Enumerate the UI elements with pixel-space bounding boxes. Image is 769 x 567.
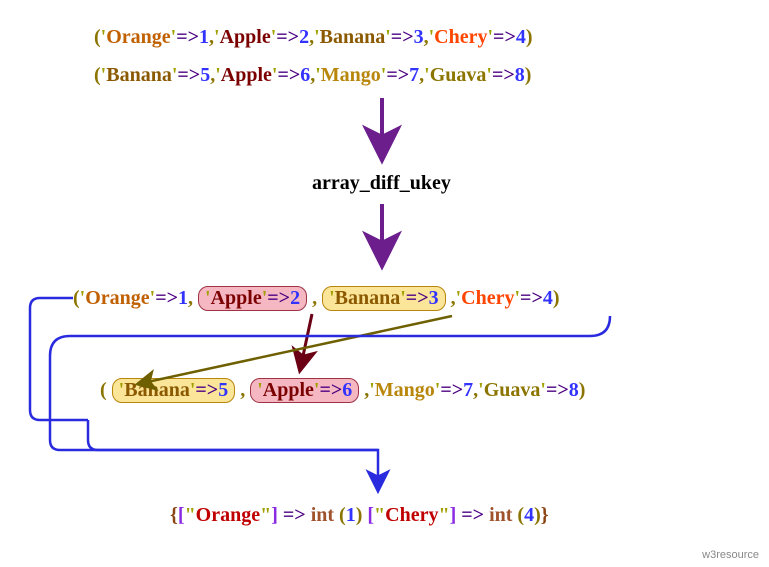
function-name-label: array_diff_ukey (312, 172, 451, 195)
pill-apple-6: 'Apple'=>6 (250, 378, 359, 403)
result-int1: int (311, 504, 334, 526)
array1-val2: 2 (299, 26, 309, 48)
array1-val4: 4 (516, 26, 526, 48)
result-val2: 4 (524, 504, 534, 526)
arrow-banana-match-icon (138, 316, 452, 384)
array2-val1: 5 (200, 64, 210, 86)
mid2-key2: Apple (263, 379, 314, 401)
array2-key2: Apple (221, 64, 272, 86)
array2-key4: Guava (430, 64, 487, 86)
array1-row: ('Orange'=>1,'Apple'=>2,'Banana'=>3,'Che… (94, 26, 533, 49)
array2-val2: 6 (300, 64, 310, 86)
result-key1: Orange (196, 504, 260, 526)
mid2-val4: 8 (569, 379, 579, 401)
arrow-chery-survive-icon (50, 316, 610, 490)
array1-key3: Banana (320, 26, 386, 48)
array2-val3: 7 (409, 64, 419, 86)
mid-array1-row: ('Orange'=>1, 'Apple'=>2 , 'Banana'=>3 ,… (73, 286, 560, 311)
pill-apple-2: 'Apple'=>2 (198, 286, 307, 311)
array2-key3: Mango (321, 64, 381, 86)
mid2-val2: 6 (342, 379, 352, 401)
array1-key4: Chery (434, 26, 487, 48)
result-val1: 1 (346, 504, 356, 526)
mid1-val3: 3 (429, 287, 439, 309)
arrow-join-bracket-icon (88, 420, 378, 450)
array2-val4: 8 (515, 64, 525, 86)
result-int2: int (489, 504, 512, 526)
mid1-val1: 1 (178, 287, 188, 309)
mid2-key1: Banana (124, 379, 190, 401)
paren-close: ) (526, 26, 533, 48)
mid2-val1: 5 (218, 379, 228, 401)
array1-key1: Orange (106, 26, 170, 48)
pill-banana-3: 'Banana'=>3 (322, 286, 446, 311)
arrow-orange-survive-icon (30, 298, 88, 420)
watermark-label: w3resource (702, 549, 759, 561)
mid2-key3: Mango (375, 379, 435, 401)
paren-open: ( (94, 26, 101, 48)
mid1-key4: Chery (461, 287, 514, 309)
mid1-key2: Apple (211, 287, 262, 309)
mid1-val4: 4 (543, 287, 553, 309)
result-row: {["Orange"] => int (1) ["Chery"] => int … (170, 504, 549, 527)
array1-val3: 3 (414, 26, 424, 48)
result-key2: Chery (385, 504, 438, 526)
mid2-val3: 7 (463, 379, 473, 401)
pill-banana-5: 'Banana'=>5 (112, 378, 236, 403)
mid-array2-row: ( 'Banana'=>5 , 'Apple'=>6 ,'Mango'=>7,'… (100, 378, 585, 403)
mid1-key3: Banana (335, 287, 401, 309)
mid1-key1: Orange (85, 287, 149, 309)
arrow-apple-match-icon (300, 314, 312, 370)
mid1-val2: 2 (290, 287, 300, 309)
array2-row: ('Banana'=>5,'Apple'=>6,'Mango'=>7,'Guav… (94, 64, 531, 87)
array2-key1: Banana (106, 64, 172, 86)
array1-val1: 1 (199, 26, 209, 48)
array1-key2: Apple (220, 26, 271, 48)
mid2-key4: Guava (484, 379, 541, 401)
